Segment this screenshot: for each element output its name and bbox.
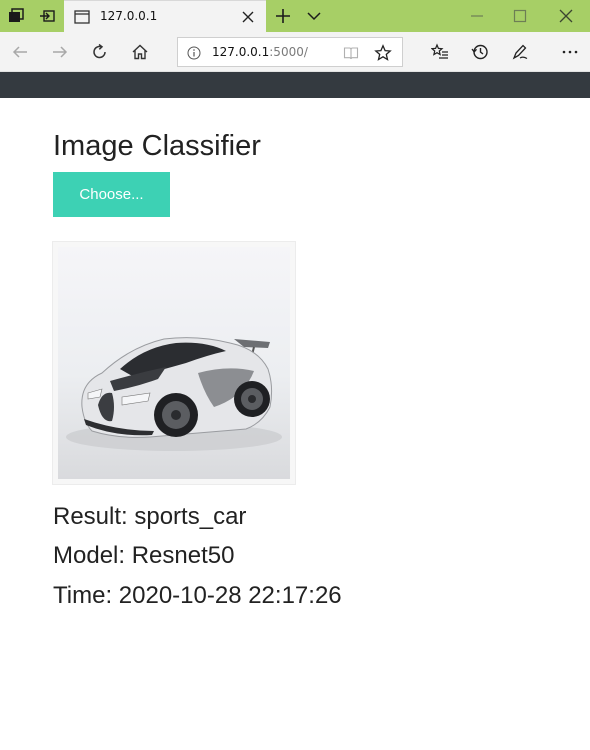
- result-label: Result: sports_car: [53, 503, 247, 530]
- reading-view-icon[interactable]: [343, 45, 359, 61]
- url-host: 127.0.0.1: [212, 45, 270, 59]
- page-icon: [74, 10, 90, 24]
- model-label: Model: Resnet50: [53, 542, 235, 569]
- set-aside-tabs-icon[interactable]: [36, 5, 58, 27]
- tab-strip: 127.0.0.1: [0, 0, 590, 32]
- new-tab-icon[interactable]: [274, 7, 292, 25]
- favorite-star-icon[interactable]: [374, 44, 392, 62]
- url-path: :5000/: [269, 45, 308, 59]
- chevron-down-icon[interactable]: [306, 8, 322, 24]
- refresh-icon[interactable]: [91, 43, 109, 61]
- sports-car-image: [58, 247, 290, 479]
- more-icon[interactable]: [561, 43, 579, 61]
- close-window-icon[interactable]: [558, 8, 574, 24]
- maximize-icon[interactable]: [512, 8, 528, 24]
- favorites-list-icon[interactable]: [431, 43, 449, 61]
- tab-title: 127.0.0.1: [100, 9, 158, 23]
- tabs-aside-icon[interactable]: [5, 5, 27, 27]
- minimize-icon[interactable]: [469, 8, 485, 24]
- browser-toolbar: 127.0.0.1:5000/: [0, 32, 590, 72]
- active-tab[interactable]: 127.0.0.1: [64, 0, 266, 32]
- forward-arrow-icon[interactable]: [51, 43, 69, 61]
- page-title: Image Classifier: [53, 130, 261, 162]
- address-bar[interactable]: 127.0.0.1:5000/: [177, 37, 403, 67]
- url-text[interactable]: 127.0.0.1:5000/: [212, 45, 308, 59]
- close-tab-icon[interactable]: [240, 9, 256, 25]
- info-icon[interactable]: [187, 46, 201, 60]
- site-navbar: [0, 72, 590, 98]
- pen-icon[interactable]: [511, 43, 529, 61]
- back-arrow-icon[interactable]: [11, 43, 29, 61]
- uploaded-image-preview: [52, 241, 296, 485]
- time-label: Time: 2020-10-28 22:17:26: [53, 582, 342, 609]
- history-icon[interactable]: [471, 43, 489, 61]
- home-icon[interactable]: [131, 43, 149, 61]
- choose-file-button[interactable]: Choose...: [53, 172, 170, 217]
